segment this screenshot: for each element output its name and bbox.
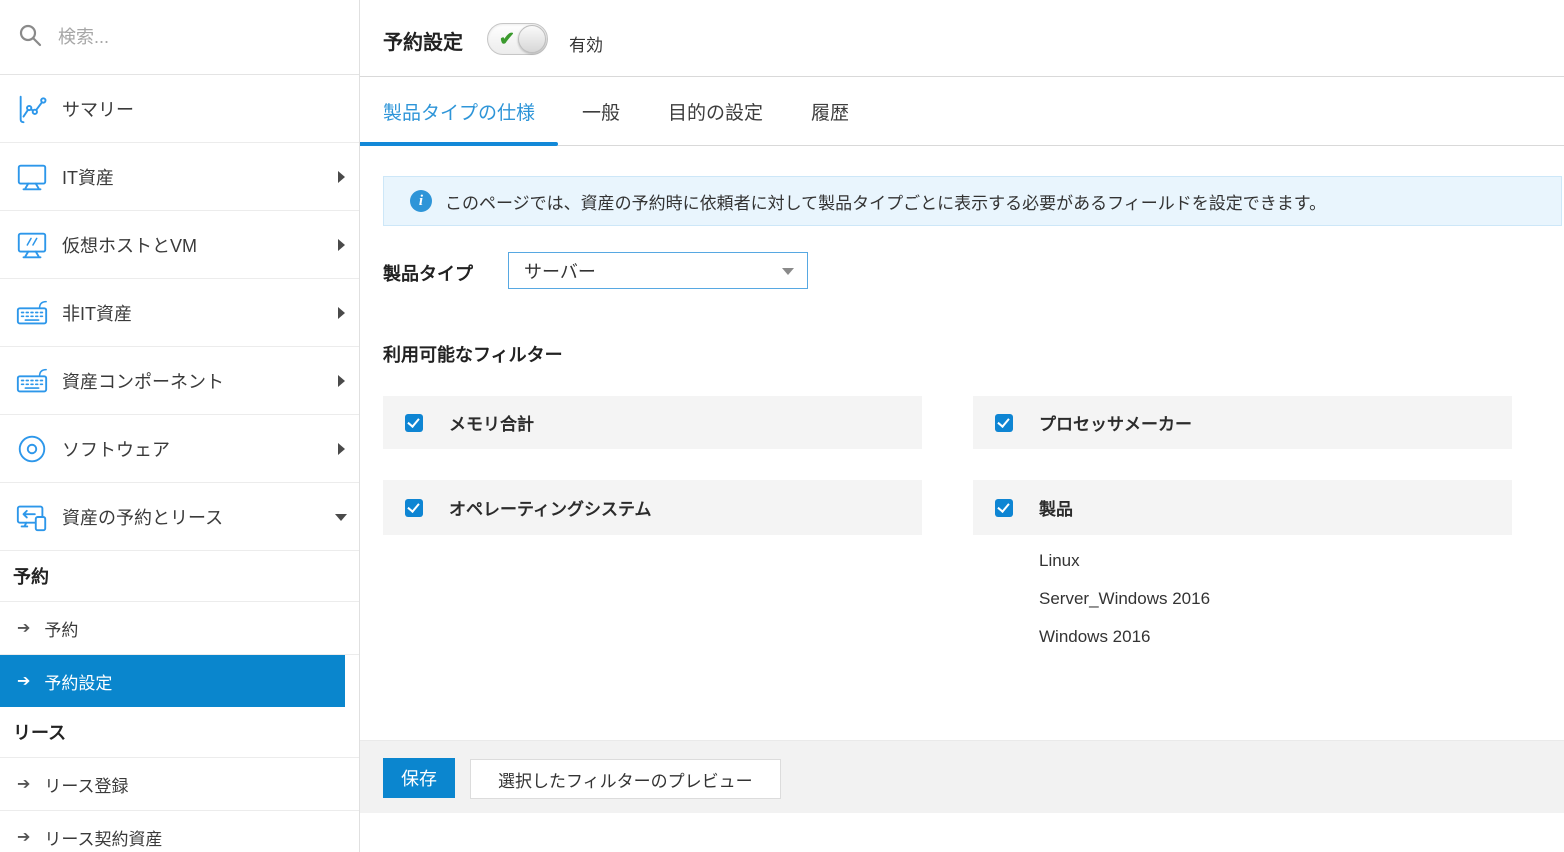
sidebar-section-label: 予約	[13, 563, 49, 589]
arrow-right-icon: ➔	[17, 618, 30, 638]
sidebar-item-it-assets[interactable]: IT資産	[0, 143, 359, 211]
chevron-right-icon	[338, 239, 345, 251]
chevron-right-icon	[338, 375, 345, 387]
sidebar-item-summary[interactable]: サマリー	[0, 75, 359, 143]
checkbox-operating-system[interactable]	[405, 499, 423, 517]
sidebar-section-label: リース	[13, 719, 66, 745]
sidebar-subitem-label: リース登録	[44, 772, 128, 797]
product-type-select[interactable]: サーバー	[508, 252, 808, 289]
sidebar-subitem-label: 予約設定	[44, 669, 112, 694]
filter-label: オペレーティングシステム	[449, 495, 651, 520]
sidebar-item-label: 資産の予約とリース	[62, 504, 223, 530]
sidebar-item-virtual-hosts-vm[interactable]: 仮想ホストとVM	[0, 211, 359, 279]
sidebar-subitem-lease-contract-assets[interactable]: ➔ リース契約資産	[0, 811, 359, 852]
sidebar-item-software[interactable]: ソフトウェア	[0, 415, 359, 483]
reservation-icon	[14, 499, 50, 535]
arrow-right-icon: ➔	[17, 671, 30, 691]
toggle-knob	[518, 25, 546, 53]
sidebar-item-label: 資産コンポーネント	[62, 368, 224, 394]
info-icon: i	[410, 190, 432, 212]
product-value-list: Linux Server_Windows 2016 Windows 2016	[1039, 549, 1210, 663]
product-type-label: 製品タイプ	[383, 260, 473, 286]
app-window: サマリー IT資産 仮想ホストとVM	[0, 0, 1564, 852]
sidebar-item-label: IT資産	[62, 164, 114, 190]
product-value: Linux	[1039, 549, 1210, 587]
sidebar-item-label: サマリー	[62, 96, 134, 122]
enabled-toggle[interactable]: ✔	[487, 23, 548, 55]
filter-label: メモリ合計	[449, 410, 534, 435]
disc-icon	[14, 431, 50, 467]
monitor-icon	[14, 159, 50, 195]
main-content: 予約設定 ✔ 有効 製品タイプの仕様 一般 目的の設定 履歴 i このページでは…	[360, 0, 1564, 852]
arrow-right-icon: ➔	[17, 827, 30, 847]
tab-purpose-settings[interactable]: 目的の設定	[644, 77, 787, 145]
sidebar-section-reservation: 予約	[0, 551, 359, 602]
product-type-selected-value: サーバー	[524, 258, 596, 284]
search-input[interactable]	[58, 27, 308, 48]
tab-bar: 製品タイプの仕様 一般 目的の設定 履歴	[360, 77, 1564, 146]
keyboard-icon	[14, 295, 50, 331]
toggle-check-icon: ✔	[499, 28, 515, 51]
filter-row-operating-system: オペレーティングシステム	[383, 480, 922, 535]
sidebar-subitem-label: 予約	[44, 616, 78, 641]
filter-label: プロセッサメーカー	[1039, 410, 1192, 435]
available-filters-heading: 利用可能なフィルター	[383, 341, 563, 367]
sidebar-search	[0, 0, 359, 75]
dropdown-caret-icon	[782, 268, 794, 275]
checkbox-processor-maker[interactable]	[995, 414, 1013, 432]
footer-action-bar: 保存 選択したフィルターのプレビュー	[360, 740, 1564, 813]
filter-label: 製品	[1039, 495, 1073, 520]
search-icon	[18, 23, 42, 52]
checkbox-total-memory[interactable]	[405, 414, 423, 432]
sidebar-section-lease: リース	[0, 707, 359, 758]
vm-monitor-icon	[14, 227, 50, 263]
filter-row-total-memory: メモリ合計	[383, 396, 922, 449]
keyboard-icon	[14, 363, 50, 399]
filter-row-processor-maker: プロセッサメーカー	[973, 396, 1512, 449]
preview-selected-filters-button[interactable]: 選択したフィルターのプレビュー	[470, 759, 781, 799]
sidebar-subitem-lease-registration[interactable]: ➔ リース登録	[0, 758, 359, 811]
sidebar-subitem-label: リース契約資産	[44, 825, 162, 850]
page-header: 予約設定 ✔ 有効	[360, 0, 1564, 77]
save-button[interactable]: 保存	[383, 758, 455, 798]
checkbox-product[interactable]	[995, 499, 1013, 517]
tab-history[interactable]: 履歴	[787, 77, 873, 145]
filter-row-product: 製品	[973, 480, 1512, 535]
sidebar-item-non-it-assets[interactable]: 非IT資産	[0, 279, 359, 347]
sidebar-item-asset-components[interactable]: 資産コンポーネント	[0, 347, 359, 415]
chart-icon	[14, 91, 50, 127]
sidebar-item-label: 非IT資産	[62, 300, 132, 326]
sidebar-item-asset-reservation-lease[interactable]: 資産の予約とリース	[0, 483, 359, 551]
toggle-state-label: 有効	[569, 31, 603, 56]
tab-product-type-spec[interactable]: 製品タイプの仕様	[360, 77, 558, 145]
chevron-right-icon	[338, 307, 345, 319]
sidebar-item-label: ソフトウェア	[62, 436, 170, 462]
tab-general[interactable]: 一般	[558, 77, 644, 145]
sidebar-subitem-reservation[interactable]: ➔ 予約	[0, 602, 359, 655]
chevron-down-icon	[335, 514, 347, 521]
chevron-right-icon	[338, 443, 345, 455]
info-banner-text: このページでは、資産の予約時に依頼者に対して製品タイプごとに表示する必要があるフ…	[445, 189, 1326, 214]
info-banner: i このページでは、資産の予約時に依頼者に対して製品タイプごとに表示する必要があ…	[383, 176, 1562, 226]
chevron-right-icon	[338, 171, 345, 183]
product-value: Windows 2016	[1039, 625, 1210, 663]
product-value: Server_Windows 2016	[1039, 587, 1210, 625]
sidebar-subitem-reservation-settings[interactable]: ➔ 予約設定	[0, 655, 345, 707]
arrow-right-icon: ➔	[17, 774, 30, 794]
sidebar: サマリー IT資産 仮想ホストとVM	[0, 0, 360, 852]
sidebar-item-label: 仮想ホストとVM	[62, 232, 197, 258]
page-title: 予約設定	[383, 26, 463, 55]
